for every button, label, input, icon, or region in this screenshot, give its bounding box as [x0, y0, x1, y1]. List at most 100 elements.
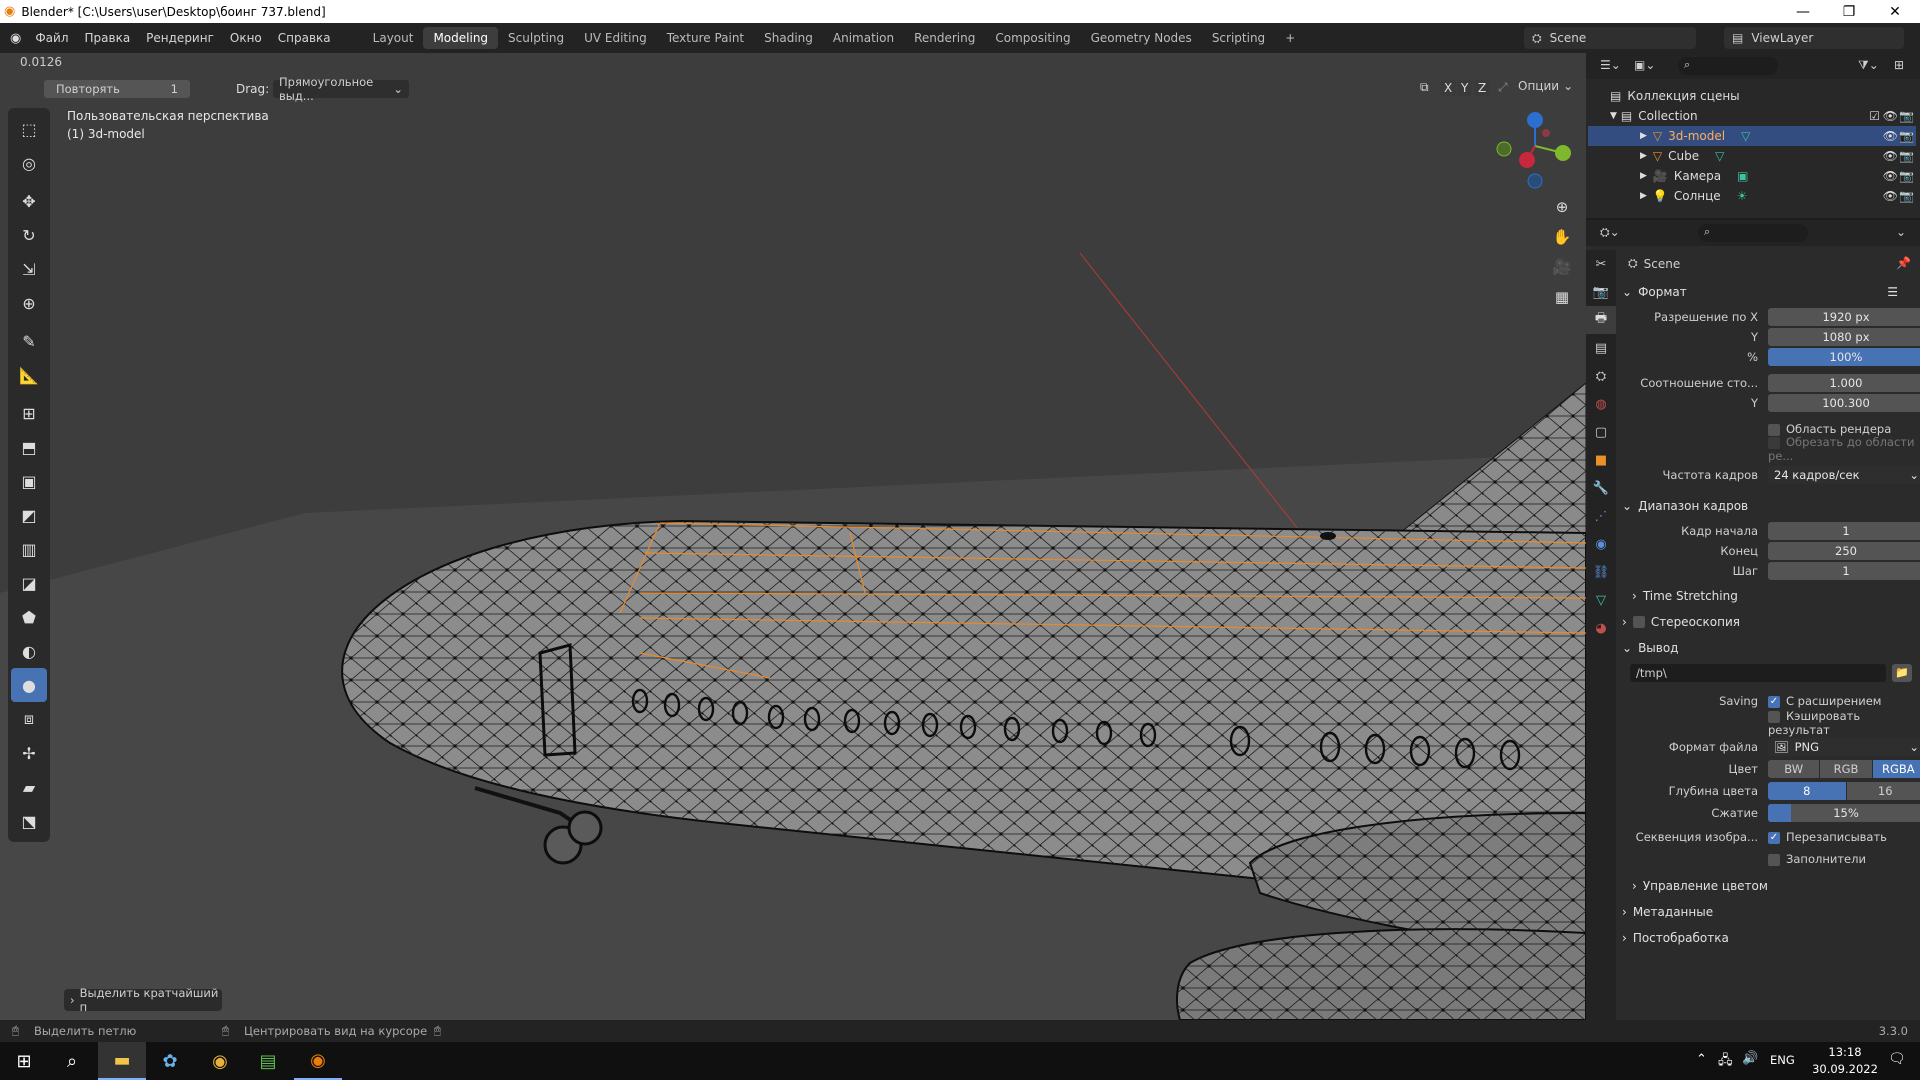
add-workspace-button[interactable]: +: [1275, 27, 1305, 49]
mirror-x-toggle[interactable]: X: [1440, 80, 1457, 96]
resolution-percent-slider[interactable]: 100%: [1768, 348, 1920, 366]
mirror-icon[interactable]: ⧉: [1420, 80, 1429, 95]
close-button[interactable]: ✕: [1872, 0, 1918, 23]
zoom-icon[interactable]: ⊕: [1548, 193, 1576, 221]
outliner-item-cube[interactable]: ▶ ▽ Cube ▽ 👁 📷: [1588, 146, 1916, 166]
editor-type-icon[interactable]: ⛭⌄: [1600, 225, 1620, 240]
file-explorer-icon[interactable]: ▬: [98, 1042, 146, 1080]
constraints-tab-icon[interactable]: ⛓: [1586, 558, 1616, 586]
frame-end-field[interactable]: 250: [1768, 542, 1920, 560]
world-tab-icon[interactable]: ◍: [1586, 390, 1616, 418]
shear-icon[interactable]: ▰: [11, 770, 47, 804]
poly-build-icon[interactable]: ⬟: [11, 600, 47, 634]
scale-icon[interactable]: ⇲: [11, 252, 47, 286]
metadata-section-header[interactable]: › Метаданные: [1618, 900, 1912, 924]
compression-slider[interactable]: 15%: [1768, 804, 1920, 822]
paint-app-icon[interactable]: ✿: [146, 1042, 194, 1080]
notepad-icon[interactable]: ▤: [244, 1042, 292, 1080]
resolution-x-field[interactable]: 1920 px: [1768, 308, 1920, 326]
blender-taskbar-icon[interactable]: ◉: [294, 1042, 342, 1080]
menu-help[interactable]: Справка: [270, 31, 339, 45]
outliner-item-camera[interactable]: ▶ 🎥 Камера ▣ 👁 📷: [1588, 166, 1916, 186]
camera-icon[interactable]: 📷: [1899, 169, 1914, 183]
extrude-icon[interactable]: ⬒: [11, 430, 47, 464]
camera-icon[interactable]: 📷: [1899, 189, 1914, 203]
checkbox-icon[interactable]: ☑: [1869, 109, 1880, 123]
mirror-z-toggle[interactable]: Z: [1474, 80, 1491, 96]
knife-icon[interactable]: ◪: [11, 566, 47, 600]
format-section-header[interactable]: ⌄ Формат ☰: [1618, 280, 1912, 304]
scene-tab-icon[interactable]: ⛭: [1586, 362, 1616, 390]
placeholders-row[interactable]: Заполнители: [1616, 848, 1916, 870]
frame-step-field[interactable]: 1: [1768, 562, 1920, 580]
frame-start-field[interactable]: 1: [1768, 522, 1920, 540]
tab-geometry-nodes[interactable]: Geometry Nodes: [1081, 27, 1202, 49]
outliner-search-input[interactable]: ⌕: [1678, 57, 1778, 75]
view-layer-tab-icon[interactable]: ▤: [1586, 334, 1616, 362]
smooth-icon[interactable]: ●: [11, 668, 47, 702]
eye-icon[interactable]: 👁: [1883, 169, 1898, 183]
data-tab-icon[interactable]: ▽: [1586, 586, 1616, 614]
stereoscopy-checkbox[interactable]: [1632, 616, 1645, 628]
display-mode-icon[interactable]: ▣⌄: [1634, 58, 1655, 72]
outliner-item-sun[interactable]: ▶ 💡 Солнце ☀ 👁 📷: [1588, 186, 1916, 206]
menu-edit[interactable]: Правка: [77, 31, 139, 45]
eye-icon[interactable]: 👁: [1883, 129, 1898, 143]
color-management-subpanel[interactable]: › Управление цветом: [1632, 874, 1912, 898]
postprocessing-section-header[interactable]: › Постобработка: [1618, 926, 1912, 950]
tab-rendering[interactable]: Rendering: [904, 27, 985, 49]
crop-region-checkbox[interactable]: [1768, 436, 1780, 449]
physics-tab-icon[interactable]: ◉: [1586, 530, 1616, 558]
shrink-fatten-icon[interactable]: ✢: [11, 736, 47, 770]
mirror-y-toggle[interactable]: Y: [1457, 80, 1473, 96]
transform-icon[interactable]: ⊕: [11, 286, 47, 320]
camera-icon[interactable]: 📷: [1899, 149, 1914, 163]
options-dropdown[interactable]: Опции ⌄: [1518, 79, 1573, 93]
frame-range-section-header[interactable]: ⌄ Диапазон кадров: [1618, 494, 1912, 518]
editor-type-icon[interactable]: ☰⌄: [1600, 58, 1621, 72]
language-indicator[interactable]: ENG: [1770, 1053, 1795, 1067]
spin-icon[interactable]: ◐: [11, 634, 47, 668]
color-rgba-button[interactable]: RGBA: [1872, 760, 1920, 778]
topology-mirror-icon[interactable]: ⤢: [1498, 80, 1508, 95]
material-tab-icon[interactable]: ◕: [1586, 614, 1616, 642]
camera-view-icon[interactable]: 🎥: [1548, 253, 1576, 281]
search-icon[interactable]: ⌕: [48, 1042, 96, 1080]
eye-icon[interactable]: 👁: [1883, 149, 1898, 163]
move-icon[interactable]: ✥: [11, 184, 47, 218]
bevel-icon[interactable]: ◩: [11, 498, 47, 532]
loop-cut-icon[interactable]: ▥: [11, 532, 47, 566]
show-hidden-icons[interactable]: ⌃: [1696, 1052, 1707, 1067]
frame-rate-dropdown[interactable]: 24 кадров/сек ⌄: [1768, 466, 1920, 484]
3d-viewport[interactable]: 0.0126 Повторять 1 Drag: Прямоугольное в…: [0, 53, 1586, 1020]
cursor-icon[interactable]: ◎: [11, 146, 47, 180]
tab-uv-editing[interactable]: UV Editing: [574, 27, 657, 49]
output-section-header[interactable]: ⌄ Вывод: [1618, 636, 1912, 660]
inset-icon[interactable]: ▣: [11, 464, 47, 498]
menu-window[interactable]: Окно: [222, 31, 270, 45]
view-layer-selector[interactable]: ▤ ViewLayer: [1724, 27, 1904, 49]
cache-result-row[interactable]: Кэшировать результат: [1616, 709, 1916, 737]
cache-result-checkbox[interactable]: [1768, 710, 1780, 723]
tab-compositing[interactable]: Compositing: [985, 27, 1080, 49]
chevron-down-icon[interactable]: ⌄: [1896, 225, 1906, 239]
eye-icon[interactable]: 👁: [1883, 189, 1898, 203]
file-extension-checkbox[interactable]: ✓: [1768, 695, 1780, 708]
repeat-field[interactable]: Повторять 1: [44, 80, 190, 98]
camera-icon[interactable]: 📷: [1899, 129, 1914, 143]
render-region-checkbox[interactable]: [1768, 423, 1780, 436]
folder-icon[interactable]: 📁: [1892, 664, 1912, 682]
particles-tab-icon[interactable]: ⋰: [1586, 502, 1616, 530]
tab-shading[interactable]: Shading: [754, 27, 823, 49]
select-box-icon[interactable]: ⬚: [11, 112, 47, 146]
chrome-icon[interactable]: ◉: [196, 1042, 244, 1080]
crop-region-row[interactable]: Обрезать до области ре...: [1616, 435, 1916, 463]
edge-slide-icon[interactable]: ⧈: [11, 702, 47, 736]
pan-hand-icon[interactable]: ✋: [1548, 223, 1576, 251]
clock-time[interactable]: 13:18: [1820, 1045, 1870, 1059]
aspect-x-field[interactable]: 1.000: [1768, 374, 1920, 392]
rotate-icon[interactable]: ↻: [11, 218, 47, 252]
tab-texture-paint[interactable]: Texture Paint: [657, 27, 754, 49]
render-tab-icon[interactable]: 📷: [1586, 278, 1616, 306]
eye-icon[interactable]: 👁: [1883, 109, 1898, 123]
